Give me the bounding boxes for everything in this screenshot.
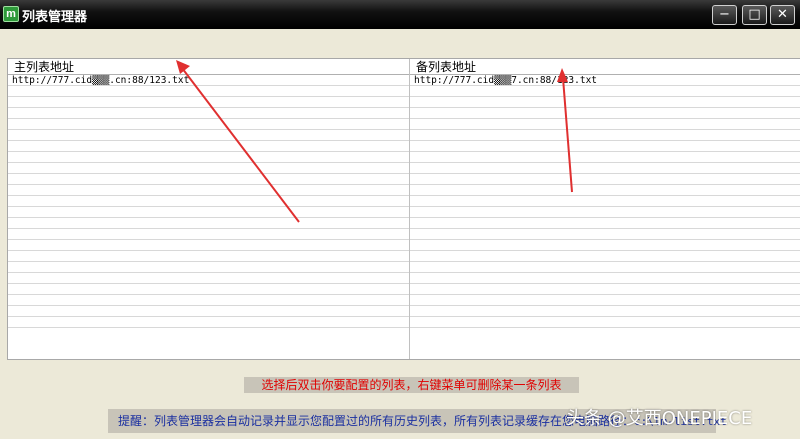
table-row[interactable] (8, 207, 409, 218)
table-row[interactable] (8, 185, 409, 196)
table-row[interactable] (8, 152, 409, 163)
table-row[interactable] (410, 97, 800, 108)
primary-list-rows: http://777.cid▒▒▒.cn:88/123.txt (8, 75, 409, 328)
table-row[interactable] (8, 262, 409, 273)
table-row[interactable] (8, 306, 409, 317)
table-row[interactable] (410, 251, 800, 262)
table-row[interactable] (410, 86, 800, 97)
table-row[interactable] (8, 130, 409, 141)
maximize-button[interactable]: □ (742, 5, 767, 25)
minimize-button[interactable]: − (712, 5, 737, 25)
table-row[interactable] (8, 273, 409, 284)
table-row[interactable]: http://777.cid▒▒▒7.cn:88/123.txt (410, 75, 800, 86)
table-row[interactable] (8, 240, 409, 251)
reminder-text: 提醒：列表管理器会自动记录并显示您配置过的所有历史列表，所有列表记录缓存在您电脑… (118, 414, 635, 428)
table-row[interactable] (410, 130, 800, 141)
table-row[interactable] (8, 251, 409, 262)
table-row[interactable] (8, 229, 409, 240)
table-row[interactable] (410, 262, 800, 273)
table-row[interactable] (410, 229, 800, 240)
table-row[interactable] (8, 97, 409, 108)
table-row[interactable] (8, 108, 409, 119)
table-row[interactable] (410, 163, 800, 174)
table-row[interactable] (410, 284, 800, 295)
table-row[interactable] (410, 207, 800, 218)
table-row[interactable] (8, 163, 409, 174)
primary-list-column: 主列表地址 http://777.cid▒▒▒.cn:88/123.txt (8, 59, 410, 359)
table-row[interactable] (410, 295, 800, 306)
table-row[interactable] (410, 174, 800, 185)
table-row[interactable] (8, 119, 409, 130)
backup-list-rows: http://777.cid▒▒▒7.cn:88/123.txt (410, 75, 800, 328)
column-header-backup[interactable]: 备列表地址 (410, 59, 800, 75)
table-row[interactable] (8, 218, 409, 229)
table-row[interactable] (410, 119, 800, 130)
backup-list-column: 备列表地址 http://777.cid▒▒▒7.cn:88/123.txt (410, 59, 800, 359)
table-row[interactable] (410, 185, 800, 196)
window-client-area: 主列表地址 http://777.cid▒▒▒.cn:88/123.txt 备列… (0, 29, 800, 439)
table-row[interactable] (410, 196, 800, 207)
usage-hint: 选择后双击你要配置的列表，右键菜单可删除某一条列表 (244, 377, 579, 393)
table-row[interactable] (8, 317, 409, 328)
watermark-text: 头条 @艾西ONEPIECE (566, 408, 753, 429)
column-header-primary[interactable]: 主列表地址 (8, 59, 409, 75)
table-row[interactable] (410, 273, 800, 284)
table-row[interactable] (410, 218, 800, 229)
table-row[interactable] (410, 240, 800, 251)
window-title: 列表管理器 (22, 10, 88, 25)
table-row[interactable] (8, 196, 409, 207)
list-table[interactable]: 主列表地址 http://777.cid▒▒▒.cn:88/123.txt 备列… (7, 58, 800, 360)
table-row[interactable] (8, 174, 409, 185)
table-row[interactable] (410, 141, 800, 152)
table-row[interactable] (8, 295, 409, 306)
table-row[interactable] (8, 284, 409, 295)
table-row[interactable] (410, 108, 800, 119)
table-row[interactable] (8, 141, 409, 152)
table-row[interactable] (8, 86, 409, 97)
title-bar[interactable]: m 列表管理器 − □ ✕ (0, 0, 800, 29)
app-icon: m (3, 6, 19, 22)
close-button[interactable]: ✕ (770, 5, 795, 25)
table-row[interactable]: http://777.cid▒▒▒.cn:88/123.txt (8, 75, 409, 86)
table-row[interactable] (410, 152, 800, 163)
table-row[interactable] (410, 306, 800, 317)
table-row[interactable] (410, 317, 800, 328)
